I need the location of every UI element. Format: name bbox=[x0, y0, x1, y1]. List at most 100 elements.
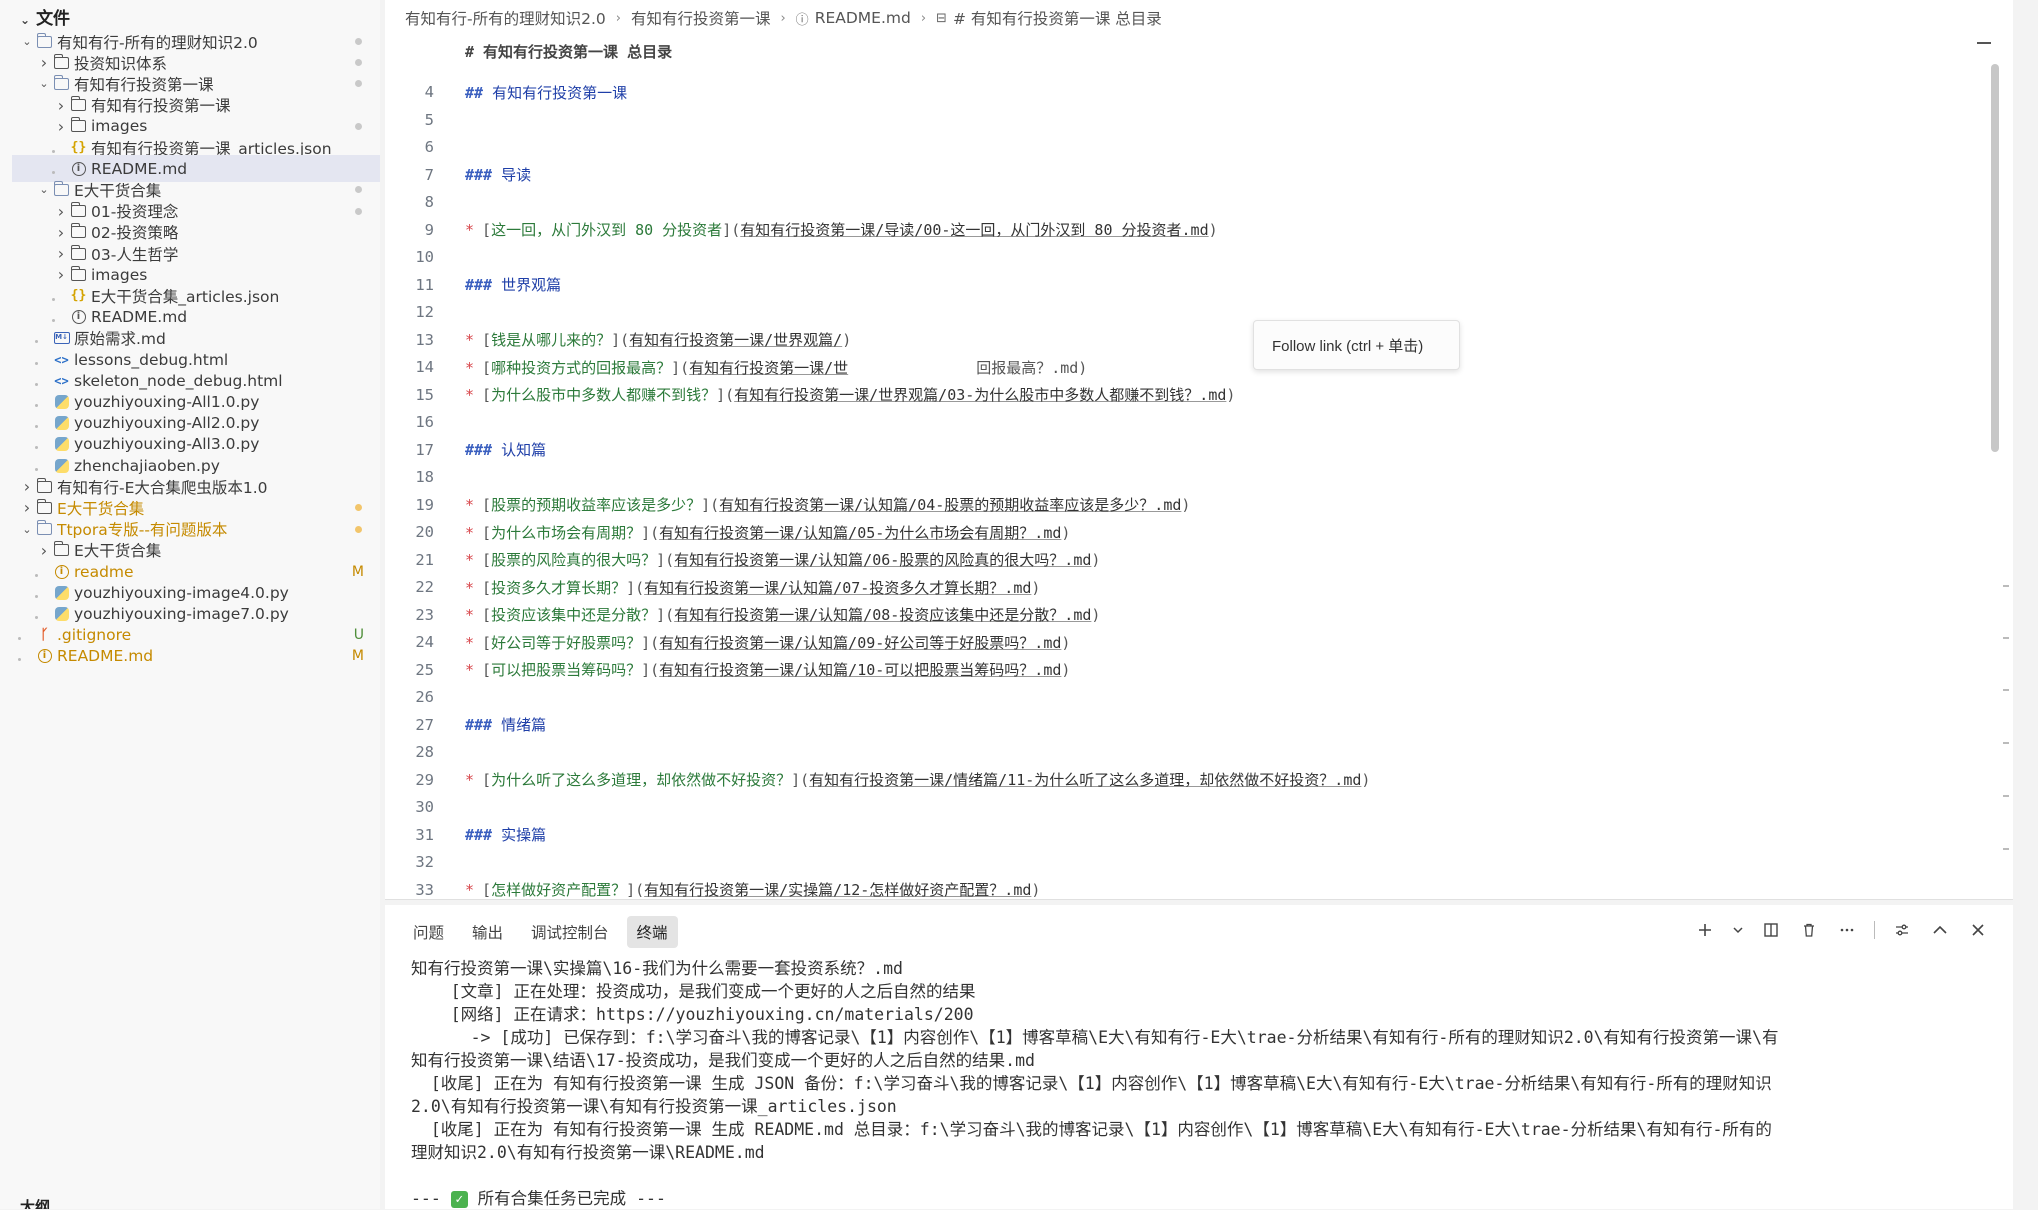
link-title: 可以把股票当筹码吗？ bbox=[491, 661, 642, 680]
bracket: ]( bbox=[716, 386, 735, 405]
tree-item[interactable]: i README.md M bbox=[12, 643, 380, 670]
terminal-line: [收尾] 正在为 有知有行投资第一课 生成 README.md 总目录：f:\学… bbox=[411, 1120, 1772, 1139]
bracket: ) bbox=[1226, 386, 1236, 405]
more-icon[interactable] bbox=[1836, 919, 1858, 941]
editor[interactable]: 有知有行-所有的理财知识2.0 › 有知有行投资第一课 › ⓘ README.m… bbox=[385, 0, 2013, 900]
chevron-right-icon[interactable]: › bbox=[52, 244, 70, 263]
chevron-right-icon[interactable]: › bbox=[52, 117, 70, 136]
link-url[interactable]: 有知有行投资第一课/世界观篇/ bbox=[629, 331, 842, 349]
explorer-header[interactable]: ⌄ 文件 bbox=[20, 4, 70, 29]
maximize-icon[interactable] bbox=[1929, 919, 1951, 941]
tab-problems[interactable]: 问题 bbox=[403, 916, 454, 948]
line-number: 28 bbox=[415, 743, 434, 762]
chevron-right-icon[interactable]: › bbox=[52, 96, 70, 115]
heading-marker: ### bbox=[465, 826, 493, 845]
link-url[interactable]: 有知有行投资第一课/认知篇/05-为什么市场会有周期？.md bbox=[659, 524, 1061, 542]
line-content: * [投资应该集中还是分散？](有知有行投资第一课/认知篇/08-投资应该集中还是… bbox=[465, 604, 1100, 625]
chevron-right-icon[interactable]: › bbox=[52, 265, 70, 284]
indent-guide bbox=[35, 584, 53, 602]
link-url[interactable]: 有知有行投资第一课/认知篇/04-股票的预期收益率应该是多少？.md bbox=[719, 496, 1181, 514]
folder-icon bbox=[70, 96, 87, 114]
link-url[interactable]: 有知有行投资第一课/实操篇/12-怎样做好资产配置？.md bbox=[644, 881, 1031, 899]
chevron-right-icon[interactable]: › bbox=[52, 223, 70, 242]
indent-guide bbox=[52, 287, 70, 305]
line-number: 19 bbox=[415, 495, 434, 514]
code-line: 30 bbox=[385, 794, 1985, 822]
chevron-down-icon[interactable]: ⌄ bbox=[35, 77, 53, 90]
terminal-output[interactable]: 知有行投资第一课\实操篇\16-我们为什么需要一套投资系统？.md [文章] 正… bbox=[411, 957, 2001, 1210]
line-number: 20 bbox=[415, 523, 434, 542]
terminal-line: 知有行投资第一课\结语\17-投资成功，是我们变成一个更好的人之后自然的结果.m… bbox=[411, 1051, 1035, 1070]
list-bullet: * bbox=[465, 771, 475, 790]
chevron-right-icon[interactable]: › bbox=[35, 53, 53, 72]
line-number: 13 bbox=[415, 330, 434, 349]
breadcrumb-item-file[interactable]: README.md bbox=[815, 9, 911, 27]
link-url[interactable]: 有知有行投资第一课/导读/00-这一回，从门外汉到 80 分投资者.md bbox=[740, 221, 1208, 239]
chevron-down-icon[interactable] bbox=[1732, 919, 1744, 941]
info-icon: i bbox=[53, 563, 70, 580]
bracket: [ bbox=[482, 606, 492, 625]
line-number: 26 bbox=[415, 688, 434, 707]
list-bullet: * bbox=[465, 496, 475, 515]
bracket: ) bbox=[1091, 551, 1101, 570]
editor-scrollbar[interactable] bbox=[1991, 64, 1999, 452]
link-url[interactable]: 有知有行投资第一课/认知篇/09-好公司等于好股票吗？.md bbox=[659, 634, 1061, 652]
link-url[interactable]: 有知有行投资第一课/认知篇/08-投资应该集中还是分散？.md bbox=[674, 606, 1091, 624]
chevron-down-icon[interactable]: ⌄ bbox=[18, 523, 36, 536]
line-number: 18 bbox=[415, 468, 434, 487]
line-number: 9 bbox=[424, 220, 434, 239]
trash-icon[interactable] bbox=[1798, 919, 1820, 941]
add-icon[interactable] bbox=[1694, 919, 1716, 941]
line-number: 11 bbox=[415, 275, 434, 294]
line-number: 7 bbox=[424, 165, 434, 184]
chevron-right-icon[interactable]: › bbox=[52, 202, 70, 221]
chevron-right-icon[interactable]: › bbox=[18, 477, 36, 496]
python-file-icon bbox=[53, 457, 70, 474]
line-content: * [怎样做好资产配置？](有知有行投资第一课/实操篇/12-怎样做好资产配置？.… bbox=[465, 879, 1040, 900]
panel-tabs: 问题 输出 调试控制台 终端 bbox=[403, 915, 686, 949]
bracket: ]( bbox=[641, 633, 660, 652]
split-icon[interactable] bbox=[1760, 919, 1782, 941]
link-title: 为什么听了这么多道理，却依然做不好投资？ bbox=[491, 771, 792, 790]
code-line: 25 * [可以把股票当筹码吗？](有知有行投资第一课/认知篇/10-可以把股票当筹… bbox=[385, 656, 1985, 684]
link-url[interactable]: 有知有行投资第一课/认知篇/06-股票的风险真的很大吗？.md bbox=[674, 551, 1091, 569]
breadcrumb-item-folder[interactable]: 有知有行投资第一课 bbox=[631, 7, 771, 29]
bracket: ]( bbox=[626, 578, 645, 597]
code-line: 16 bbox=[385, 409, 1985, 437]
bracket: [ bbox=[482, 633, 492, 652]
line-content: ### 实操篇 bbox=[465, 824, 546, 845]
settings-icon[interactable] bbox=[1891, 919, 1913, 941]
chevron-down-icon[interactable]: ⌄ bbox=[18, 35, 36, 48]
outline-header[interactable]: 大纲 bbox=[20, 1196, 50, 1209]
link-url[interactable]: 有知有行投资第一课/世界观篇/03-为什么股市中多数人都赚不到钱？.md bbox=[734, 386, 1226, 404]
code-line: 21 * [股票的风险真的很大吗？](有知有行投资第一课/认知篇/06-股票的风险真… bbox=[385, 546, 1985, 574]
link-url[interactable]: 有知有行投资第一课/认知篇/07-投资多久才算长期？.md bbox=[644, 579, 1031, 597]
indent-guide bbox=[35, 457, 53, 475]
heading-text: 认知篇 bbox=[501, 441, 547, 460]
line-content: * [为什么股市中多数人都赚不到钱？](有知有行投资第一课/世界观篇/03-为什么… bbox=[465, 384, 1235, 405]
code-line: 33 * [怎样做好资产配置？](有知有行投资第一课/实操篇/12-怎样做好资产配置… bbox=[385, 876, 1985, 904]
line-number: 16 bbox=[415, 413, 434, 432]
terminal-line: 知有行投资第一课\实操篇\16-我们为什么需要一套投资系统？.md bbox=[411, 959, 903, 978]
link-url[interactable]: 有知有行投资第一课/世 bbox=[689, 359, 848, 377]
tab-output[interactable]: 输出 bbox=[462, 916, 513, 948]
chevron-right-icon[interactable]: › bbox=[35, 541, 53, 560]
indent-guide bbox=[52, 308, 70, 326]
folder-icon bbox=[53, 53, 70, 71]
list-bullet: * bbox=[465, 358, 475, 377]
folder-icon bbox=[70, 117, 87, 135]
link-url[interactable]: 有知有行投资第一课/认知篇/10-可以把股票当筹码吗？.md bbox=[659, 661, 1061, 679]
chevron-down-icon[interactable]: ⌄ bbox=[35, 183, 53, 196]
line-content: * [股票的预期收益率应该是多少？](有知有行投资第一课/认知篇/04-股票的预期… bbox=[465, 494, 1190, 515]
breadcrumb-item-root[interactable]: 有知有行-所有的理财知识2.0 bbox=[405, 7, 606, 29]
line-number: 17 bbox=[415, 440, 434, 459]
breadcrumb-item-symbol[interactable]: # 有知有行投资第一课 总目录 bbox=[953, 7, 1162, 29]
bracket: [ bbox=[482, 551, 492, 570]
link-url[interactable]: 有知有行投资第一课/情绪篇/11-为什么听了这么多道理，却依然做不好投资？.md bbox=[809, 771, 1361, 789]
chevron-right-icon[interactable]: › bbox=[18, 498, 36, 517]
tab-debug-console[interactable]: 调试控制台 bbox=[521, 916, 619, 948]
minimap-tick bbox=[2003, 585, 2009, 587]
tab-terminal[interactable]: 终端 bbox=[626, 916, 678, 948]
close-icon[interactable] bbox=[1967, 919, 1989, 941]
